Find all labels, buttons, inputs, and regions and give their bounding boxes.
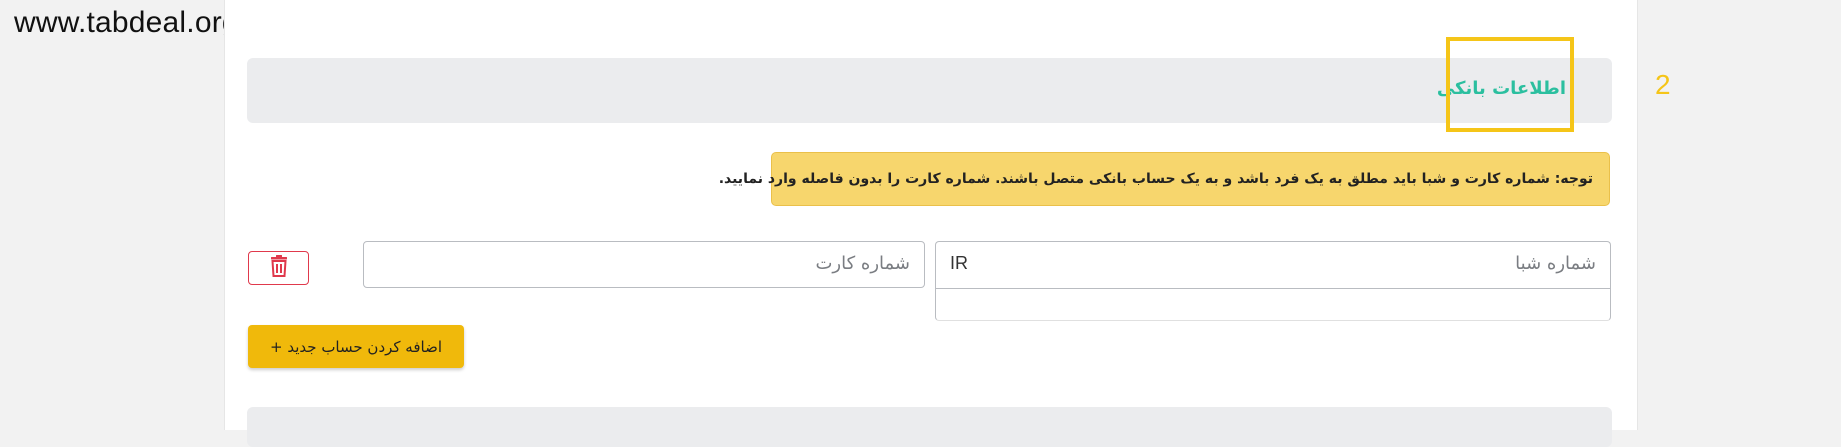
card-number-placeholder: شماره کارت bbox=[815, 253, 910, 274]
notice-alert: توجه: شماره کارت و شبا باید مطلق به یک ف… bbox=[719, 152, 1610, 206]
delete-account-button[interactable] bbox=[248, 251, 309, 285]
card-number-input[interactable]: شماره کارت bbox=[363, 241, 925, 288]
watermark: www.tabdeal.org bbox=[14, 6, 239, 39]
annotation-highlight-box bbox=[1446, 37, 1574, 132]
shaba-input-border bbox=[936, 288, 1610, 289]
add-account-button[interactable]: اضافه کردن حساب جدید + bbox=[248, 325, 464, 368]
shaba-placeholder: شماره شبا bbox=[1515, 253, 1596, 274]
annotation-step-number: 2 bbox=[1655, 69, 1671, 100]
notice-text: توجه: شماره کارت و شبا باید مطلق به یک ف… bbox=[718, 171, 1593, 187]
add-account-label: اضافه کردن حساب جدید + bbox=[270, 337, 442, 356]
section-header-bank-info: اطلاعات بانکی bbox=[247, 58, 1612, 123]
shaba-prefix: IR bbox=[950, 253, 968, 273]
trash-icon bbox=[270, 255, 288, 281]
next-section-header bbox=[247, 407, 1612, 447]
shaba-input[interactable]: شماره شبا IR bbox=[935, 241, 1611, 321]
